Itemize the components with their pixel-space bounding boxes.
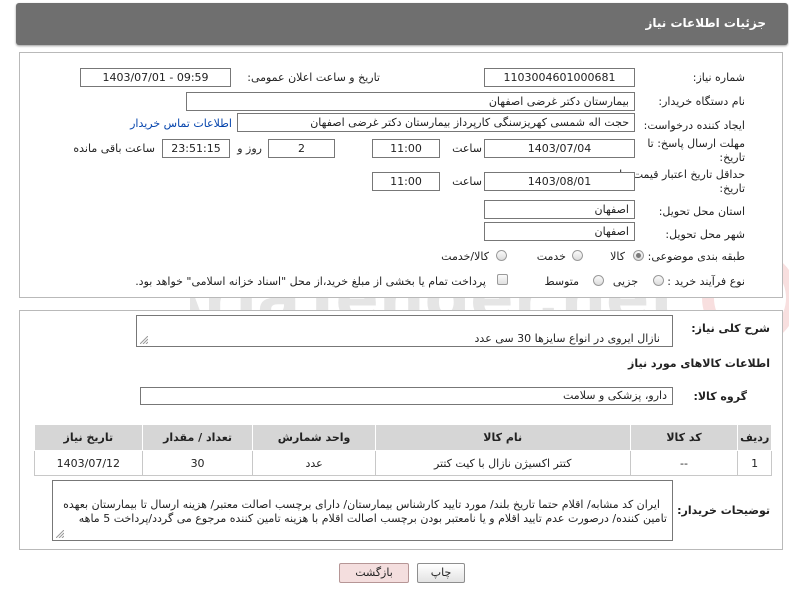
deadline-label-line1: مهلت ارسال پاسخ: تا <box>647 137 745 150</box>
deadline-days-field: 2 <box>268 139 335 158</box>
creator-field: حجت اله شمسی کهریزسنگی کارپرداز بیمارستا… <box>237 113 635 132</box>
price-validity-label-line2: تاریخ: <box>719 182 745 195</box>
buyer-org-label: نام دستگاه خریدار: <box>658 95 745 108</box>
price-validity-date-field: 1403/08/01 <box>484 172 635 191</box>
col-header-quantity: تعداد / مقدار <box>141 424 254 451</box>
description-textarea[interactable]: نازال ایروی در انواع سایزها 30 سی عدد ار… <box>136 315 673 347</box>
back-button[interactable]: بازگشت <box>339 563 409 583</box>
purchase-option-minor: جزیی <box>612 275 638 288</box>
purchase-option-medium: متوسط <box>544 275 579 288</box>
price-validity-time-field: 11:00 <box>372 172 440 191</box>
description-label: شرح کلی نیاز: <box>691 322 770 335</box>
cell-need-date: 1403/07/12 <box>34 450 143 476</box>
need-number-field: 1103004601000681 <box>484 68 635 87</box>
description-text: نازال ایروی در انواع سایزها 30 سی عدد ار… <box>392 332 668 346</box>
cell-item-name: کتتر اکسیژن نازال با کیت کتتر <box>374 450 631 476</box>
delivery-province-field: اصفهان <box>484 200 635 219</box>
items-table-header-row: ردیف کد کالا نام کالا واحد شمارش تعداد /… <box>34 424 772 451</box>
deadline-label-line2: تاریخ: <box>719 151 745 164</box>
purchase-type-label: نوع فرآیند خرید : <box>667 275 745 288</box>
col-header-item-name: نام کالا <box>374 424 631 451</box>
purchase-radio-minor[interactable] <box>653 275 664 286</box>
page-title: جزئیات اطلاعات نیاز <box>645 16 766 30</box>
buyer-contact-link[interactable]: اطلاعات تماس خریدار <box>130 117 232 130</box>
category-option-service: خدمت <box>536 250 566 263</box>
remaining-time-label: ساعت باقی مانده <box>73 142 155 155</box>
col-header-unit: واحد شمارش <box>252 424 376 451</box>
announce-datetime-field: 1403/07/01 - 09:59 <box>80 68 231 87</box>
remaining-time-field: 23:51:15 <box>162 139 230 158</box>
creator-label: ایجاد کننده درخواست: <box>643 119 745 132</box>
goods-section-title: اطلاعات کالاهای مورد نیاز <box>628 357 770 370</box>
category-radio-service[interactable] <box>572 250 583 261</box>
need-number-label: شماره نیاز: <box>692 71 745 84</box>
buyer-org-field: بیمارستان دکتر غرضی اصفهان <box>186 92 635 111</box>
table-row: 1 -- کتتر اکسیژن نازال با کیت کتتر عدد 3… <box>34 450 772 476</box>
treasury-payment-checkbox[interactable] <box>497 274 508 285</box>
price-validity-label-line1: حداقل تاریخ اعتبار قیمت: تا <box>619 168 745 181</box>
deadline-date-field: 1403/07/04 <box>484 139 635 158</box>
buyer-notes-label: توضیحات خریدار: <box>677 504 770 517</box>
purchase-radio-medium[interactable] <box>593 275 604 286</box>
buyer-notes-text: ایران کد مشابه/ اقلام حتما تاریخ بلند/ م… <box>59 498 667 525</box>
print-button[interactable]: چاپ <box>417 563 465 583</box>
cell-item-code: -- <box>629 450 739 476</box>
page-header: جزئیات اطلاعات نیاز <box>16 3 788 45</box>
resize-grip-icon[interactable] <box>56 530 64 538</box>
goods-group-label: گروه کالا: <box>693 390 747 403</box>
deadline-days-label: روز و <box>237 142 262 155</box>
goods-group-field: دارو، پزشکی و سلامت <box>140 387 673 405</box>
category-option-goods-service: کالا/خدمت <box>441 250 489 263</box>
delivery-city-field: اصفهان <box>484 222 635 241</box>
buyer-notes-textarea[interactable]: ایران کد مشابه/ اقلام حتما تاریخ بلند/ م… <box>52 480 673 541</box>
cell-unit: عدد <box>252 450 376 476</box>
col-header-row-number: ردیف <box>737 424 772 451</box>
announce-datetime-label: تاریخ و ساعت اعلان عمومی: <box>247 71 380 84</box>
deadline-time-label: ساعت <box>452 142 482 155</box>
category-label: طبقه بندی موضوعی: <box>647 250 745 263</box>
delivery-city-label: شهر محل تحویل: <box>665 228 745 241</box>
resize-grip-icon[interactable] <box>140 336 148 344</box>
cell-row-number: 1 <box>737 450 772 476</box>
category-radio-goods-service[interactable] <box>496 250 507 261</box>
category-radio-goods[interactable] <box>633 250 644 261</box>
price-validity-time-label: ساعت <box>452 175 482 188</box>
items-table: ردیف کد کالا نام کالا واحد شمارش تعداد /… <box>34 424 772 476</box>
col-header-item-code: کد کالا <box>629 424 739 451</box>
category-option-goods: کالا <box>610 250 625 263</box>
treasury-payment-note: پرداخت تمام یا بخشی از مبلغ خرید،از محل … <box>135 275 486 288</box>
deadline-time-field: 11:00 <box>372 139 440 158</box>
cell-quantity: 30 <box>141 450 254 476</box>
delivery-province-label: استان محل تحویل: <box>658 205 745 218</box>
col-header-need-date: تاریخ نیاز <box>34 424 143 451</box>
